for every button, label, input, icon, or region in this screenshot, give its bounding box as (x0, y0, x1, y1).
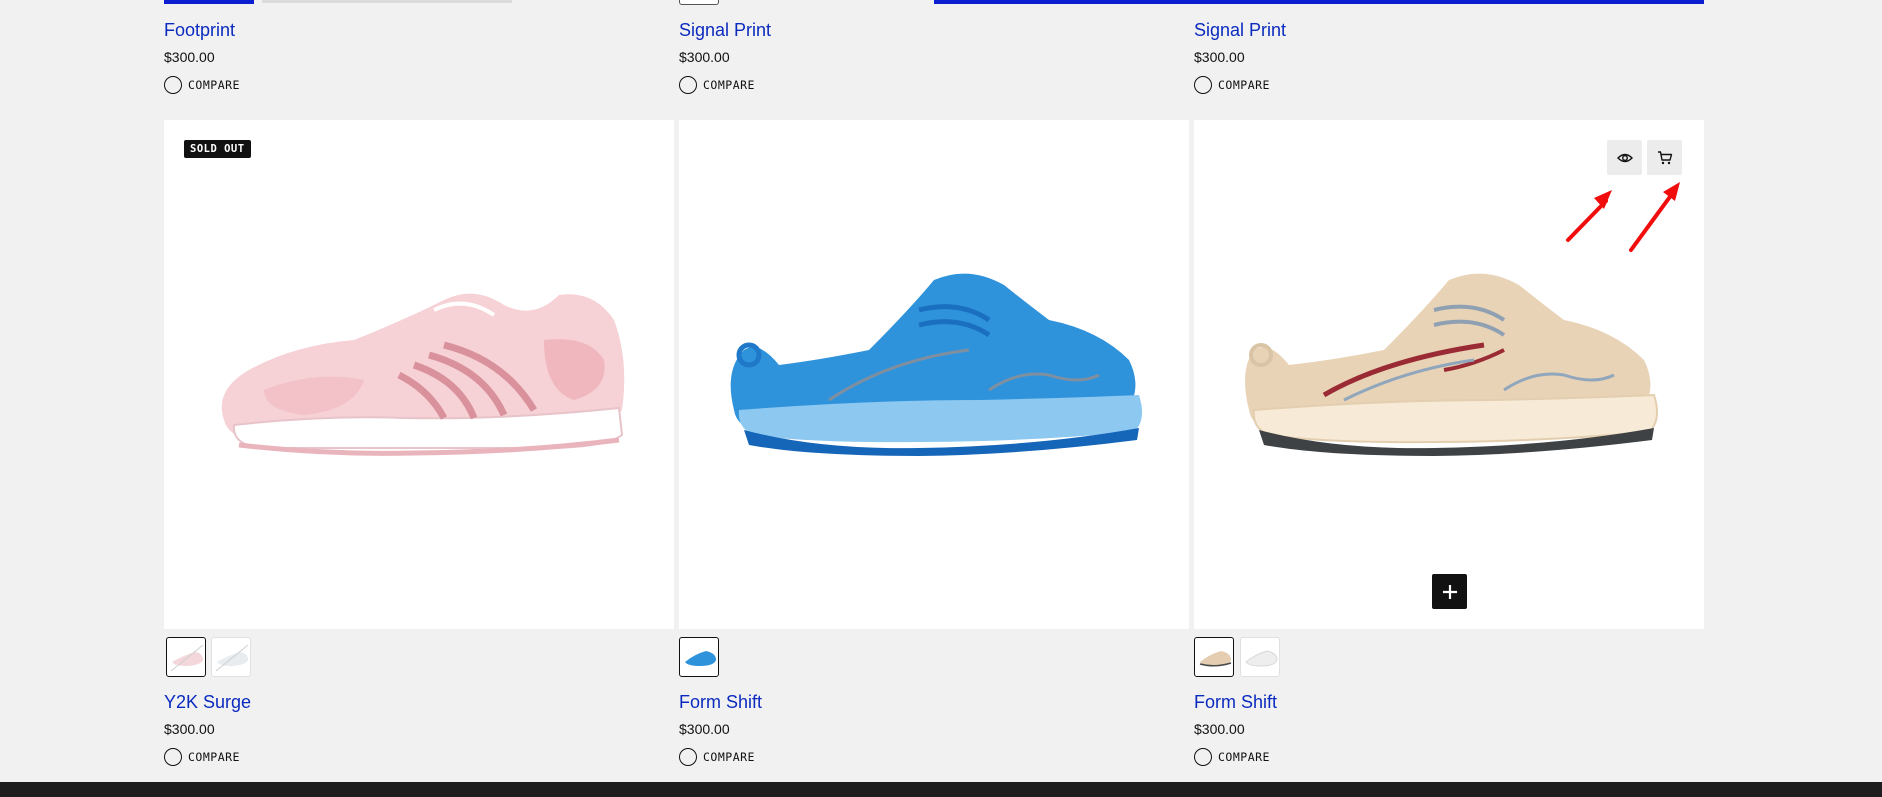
product-price: $300.00 (1194, 49, 1245, 65)
product-card[interactable] (679, 120, 1189, 629)
compare-label: COMPARE (703, 78, 755, 92)
footer-edge (0, 782, 1882, 797)
compare-checkbox[interactable] (679, 76, 697, 94)
swatch-thumbnail (685, 651, 716, 666)
sold-out-badge: SOLD OUT (184, 140, 251, 158)
product-image[interactable] (1234, 250, 1664, 480)
swatch-thumbnail (1199, 651, 1232, 667)
product-price: $300.00 (164, 49, 215, 65)
swatch-partial (164, 0, 254, 4)
product-image[interactable] (719, 250, 1149, 480)
product-price: $300.00 (679, 49, 730, 65)
compare-label: COMPARE (703, 750, 755, 764)
compare-toggle[interactable]: COMPARE (679, 76, 755, 94)
cart-icon (1657, 150, 1672, 164)
swatch-white-grey[interactable] (211, 637, 251, 677)
swatch-partial (679, 0, 719, 5)
product-price: $300.00 (679, 721, 730, 737)
compare-label: COMPARE (1218, 78, 1270, 92)
swatch-white[interactable] (1240, 637, 1280, 677)
product-title[interactable]: Footprint (164, 20, 235, 41)
swatch-partial (262, 0, 512, 3)
eye-icon (1616, 153, 1633, 162)
quick-view-button[interactable] (1607, 140, 1642, 175)
compare-toggle[interactable]: COMPARE (1194, 76, 1270, 94)
swatch-thumbnail (1245, 650, 1278, 667)
swatch-thumbnail (215, 644, 249, 672)
product-card[interactable]: SOLD OUT (164, 120, 674, 629)
compare-toggle[interactable]: COMPARE (679, 748, 755, 766)
swatch-thumbnail (170, 644, 204, 672)
swatch-blue[interactable] (679, 637, 719, 677)
compare-label: COMPARE (188, 750, 240, 764)
compare-checkbox[interactable] (164, 76, 182, 94)
swatch-pink-white[interactable] (166, 637, 206, 677)
product-title[interactable]: Signal Print (679, 20, 771, 41)
product-title[interactable]: Signal Print (1194, 20, 1286, 41)
product-title[interactable]: Form Shift (1194, 692, 1277, 713)
compare-checkbox[interactable] (679, 748, 697, 766)
compare-toggle[interactable]: COMPARE (164, 748, 240, 766)
compare-checkbox[interactable] (1194, 76, 1212, 94)
quick-add-button[interactable] (1432, 574, 1467, 609)
image-bottom-edge (934, 0, 1704, 4)
product-price: $300.00 (164, 721, 215, 737)
product-price: $300.00 (1194, 721, 1245, 737)
product-title[interactable]: Y2K Surge (164, 692, 251, 713)
product-card[interactable] (1194, 120, 1704, 629)
compare-checkbox[interactable] (1194, 748, 1212, 766)
plus-icon (1442, 584, 1457, 599)
compare-checkbox[interactable] (164, 748, 182, 766)
compare-toggle[interactable]: COMPARE (164, 76, 240, 94)
swatch-tan[interactable] (1194, 637, 1234, 677)
compare-label: COMPARE (188, 78, 240, 92)
compare-toggle[interactable]: COMPARE (1194, 748, 1270, 766)
add-to-cart-button[interactable] (1647, 140, 1682, 175)
product-image[interactable] (204, 250, 634, 480)
product-title[interactable]: Form Shift (679, 692, 762, 713)
compare-label: COMPARE (1218, 750, 1270, 764)
